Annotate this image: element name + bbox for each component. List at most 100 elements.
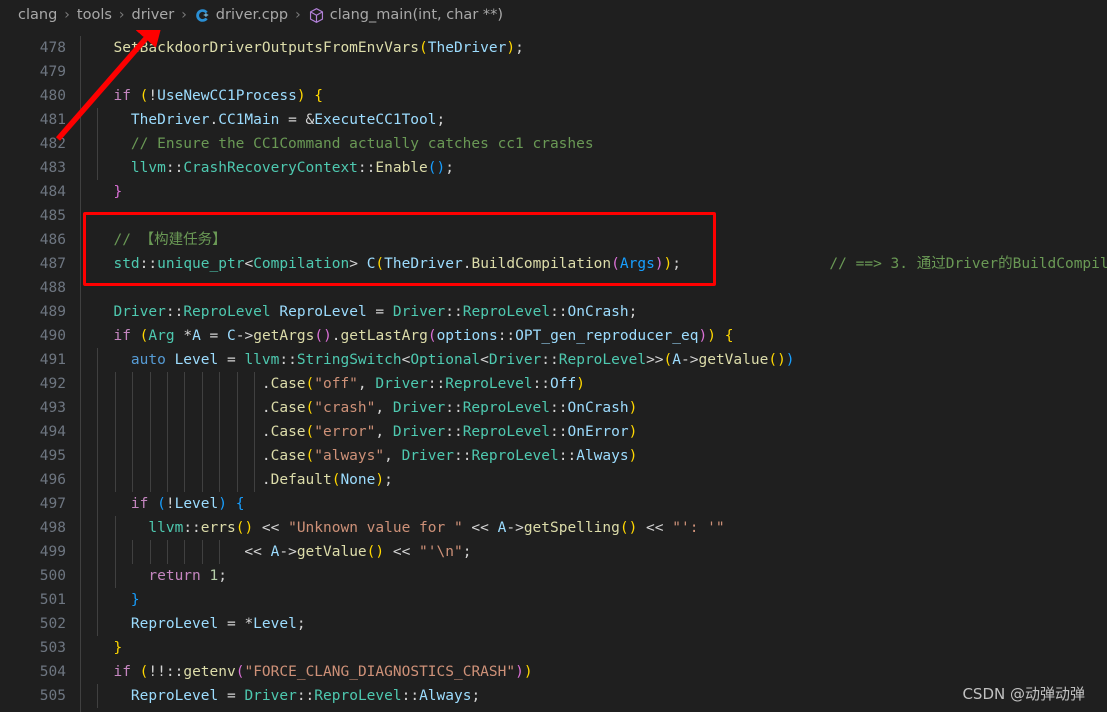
breadcrumb-label: driver.cpp xyxy=(215,7,289,23)
code-line-text: llvm::CrashRecoveryContext::Enable(); xyxy=(130,160,454,176)
code-line-text: } xyxy=(130,592,140,608)
code-line-text: TheDriver.CC1Main = &ExecuteCC1Tool; xyxy=(130,112,446,128)
line-number: 506 xyxy=(0,708,66,712)
code-line[interactable]: 500 return 1; xyxy=(0,564,1107,588)
code-line-text: SetBackdoorDriverOutputsFromEnvVars(TheD… xyxy=(113,40,524,56)
line-number: 485 xyxy=(39,208,66,224)
code-line-text: if (!Level) { xyxy=(130,496,245,512)
code-line[interactable]: 499 << A->getValue() << "'\n"; xyxy=(0,540,1107,564)
code-line-text: } xyxy=(113,640,123,656)
code-editor[interactable]: 477 478 SetBackdoorDriverOutputsFromEnvV… xyxy=(0,30,1107,712)
code-line[interactable]: 505 ReproLevel = Driver::ReproLevel::Alw… xyxy=(0,684,1107,708)
code-line[interactable]: 506 xyxy=(0,708,1107,712)
line-number: 501 xyxy=(39,592,66,608)
line-number: 500 xyxy=(39,568,66,584)
vscode-editor-window: clang › tools › driver › driver.cpp › cl… xyxy=(0,0,1107,712)
line-number: 481 xyxy=(39,112,66,128)
code-line-text: .Case("off", Driver::ReproLevel::Off) xyxy=(261,376,585,392)
breadcrumb-item-clang-main[interactable]: clang_main(int, char **) xyxy=(308,7,503,24)
code-line[interactable]: 479 xyxy=(0,60,1107,84)
code-line-text: std::unique_ptr<Compilation> C(TheDriver… xyxy=(113,256,1107,272)
code-line[interactable]: 502 ReproLevel = *Level; xyxy=(0,612,1107,636)
breadcrumb-separator: › xyxy=(181,7,187,23)
code-line[interactable]: 480 if (!UseNewCC1Process) { xyxy=(0,84,1107,108)
code-line-text: Driver::ReproLevel ReproLevel = Driver::… xyxy=(113,304,638,320)
code-line[interactable]: 503 } xyxy=(0,636,1107,660)
code-line-text: // Ensure the CC1Command actually catche… xyxy=(130,136,594,152)
code-line-text: llvm::errs() << "Unknown value for " << … xyxy=(148,520,725,536)
code-line[interactable]: 495 .Case("always", Driver::ReproLevel::… xyxy=(0,444,1107,468)
code-line-text: if (Arg *A = C->getArgs().getLastArg(opt… xyxy=(113,328,734,344)
line-number: 483 xyxy=(39,160,66,176)
code-line-text: .Default(None); xyxy=(261,472,393,488)
code-line[interactable]: 496 .Default(None); xyxy=(0,468,1107,492)
code-line[interactable]: 488 xyxy=(0,276,1107,300)
line-number: 482 xyxy=(39,136,66,152)
breadcrumb-separator: › xyxy=(295,7,301,23)
line-number: 503 xyxy=(39,640,66,656)
code-line[interactable]: 478 SetBackdoorDriverOutputsFromEnvVars(… xyxy=(0,36,1107,60)
code-line[interactable]: 489 Driver::ReproLevel ReproLevel = Driv… xyxy=(0,300,1107,324)
code-line[interactable]: 492 .Case("off", Driver::ReproLevel::Off… xyxy=(0,372,1107,396)
cpp-file-icon xyxy=(194,7,211,24)
line-number: 491 xyxy=(39,352,66,368)
breadcrumb-separator: › xyxy=(64,7,70,23)
code-line-text: ReproLevel = *Level; xyxy=(130,616,306,632)
line-number: 479 xyxy=(39,64,66,80)
code-line-text: .Case("crash", Driver::ReproLevel::OnCra… xyxy=(261,400,638,416)
code-line[interactable]: 494 .Case("error", Driver::ReproLevel::O… xyxy=(0,420,1107,444)
breadcrumb[interactable]: clang › tools › driver › driver.cpp › cl… xyxy=(0,0,1107,30)
code-line[interactable]: 497 if (!Level) { xyxy=(0,492,1107,516)
code-line-text: if (!!::getenv("FORCE_CLANG_DIAGNOSTICS_… xyxy=(113,664,533,680)
code-line-text: if (!UseNewCC1Process) { xyxy=(113,88,324,104)
line-number: 487 xyxy=(39,256,66,272)
breadcrumb-item-clang[interactable]: clang xyxy=(18,7,57,23)
line-number: 492 xyxy=(39,376,66,392)
code-line[interactable]: 485 xyxy=(0,204,1107,228)
line-number: 499 xyxy=(39,544,66,560)
code-line[interactable]: 481 TheDriver.CC1Main = &ExecuteCC1Tool; xyxy=(0,108,1107,132)
line-number: 496 xyxy=(39,472,66,488)
line-number: 498 xyxy=(39,520,66,536)
code-lines-container: 477 478 SetBackdoorDriverOutputsFromEnvV… xyxy=(0,30,1107,712)
line-number: 505 xyxy=(39,688,66,704)
breadcrumb-label: driver xyxy=(131,7,175,23)
code-line[interactable]: 482 // Ensure the CC1Command actually ca… xyxy=(0,132,1107,156)
code-line-text: // 【构建任务】 xyxy=(113,232,227,248)
code-line-text: << A->getValue() << "'\n"; xyxy=(244,544,472,560)
line-number: 488 xyxy=(39,280,66,296)
line-number: 480 xyxy=(39,88,66,104)
line-number: 497 xyxy=(39,496,66,512)
code-line-text: auto Level = llvm::StringSwitch<Optional… xyxy=(130,352,795,368)
line-number: 495 xyxy=(39,448,66,464)
code-line[interactable]: 483 llvm::CrashRecoveryContext::Enable()… xyxy=(0,156,1107,180)
breadcrumb-separator: › xyxy=(118,7,125,23)
breadcrumb-item-driver[interactable]: driver xyxy=(132,7,175,23)
breadcrumb-label: tools xyxy=(76,7,112,23)
code-line[interactable]: 501 } xyxy=(0,588,1107,612)
code-line-text: ReproLevel = Driver::ReproLevel::Always; xyxy=(130,688,481,704)
code-line[interactable]: 487 std::unique_ptr<Compilation> C(TheDr… xyxy=(0,252,1107,276)
code-line[interactable]: 498 llvm::errs() << "Unknown value for "… xyxy=(0,516,1107,540)
line-number: 478 xyxy=(39,40,66,56)
code-line-text: return 1; xyxy=(148,568,227,584)
line-number: 494 xyxy=(39,424,66,440)
code-line[interactable]: 490 if (Arg *A = C->getArgs().getLastArg… xyxy=(0,324,1107,348)
breadcrumb-item-tools[interactable]: tools xyxy=(77,7,112,23)
line-number: 490 xyxy=(39,328,66,344)
code-line-text: .Case("always", Driver::ReproLevel::Alwa… xyxy=(261,448,638,464)
code-line[interactable]: 493 .Case("crash", Driver::ReproLevel::O… xyxy=(0,396,1107,420)
code-line[interactable]: 486 // 【构建任务】 xyxy=(0,228,1107,252)
code-line[interactable]: 504 if (!!::getenv("FORCE_CLANG_DIAGNOST… xyxy=(0,660,1107,684)
breadcrumb-label: clang xyxy=(18,7,58,23)
breadcrumb-label: clang_main(int, char **) xyxy=(329,7,504,23)
code-line[interactable]: 484 } xyxy=(0,180,1107,204)
breadcrumb-item-driver-cpp[interactable]: driver.cpp xyxy=(194,7,288,24)
code-line[interactable]: 491 auto Level = llvm::StringSwitch<Opti… xyxy=(0,348,1107,372)
line-number: 502 xyxy=(39,616,66,632)
line-number: 484 xyxy=(39,184,66,200)
code-line-text: .Case("error", Driver::ReproLevel::OnErr… xyxy=(261,424,638,440)
line-number: 493 xyxy=(39,400,66,416)
line-number: 504 xyxy=(39,664,66,680)
code-line-text: } xyxy=(113,184,123,200)
